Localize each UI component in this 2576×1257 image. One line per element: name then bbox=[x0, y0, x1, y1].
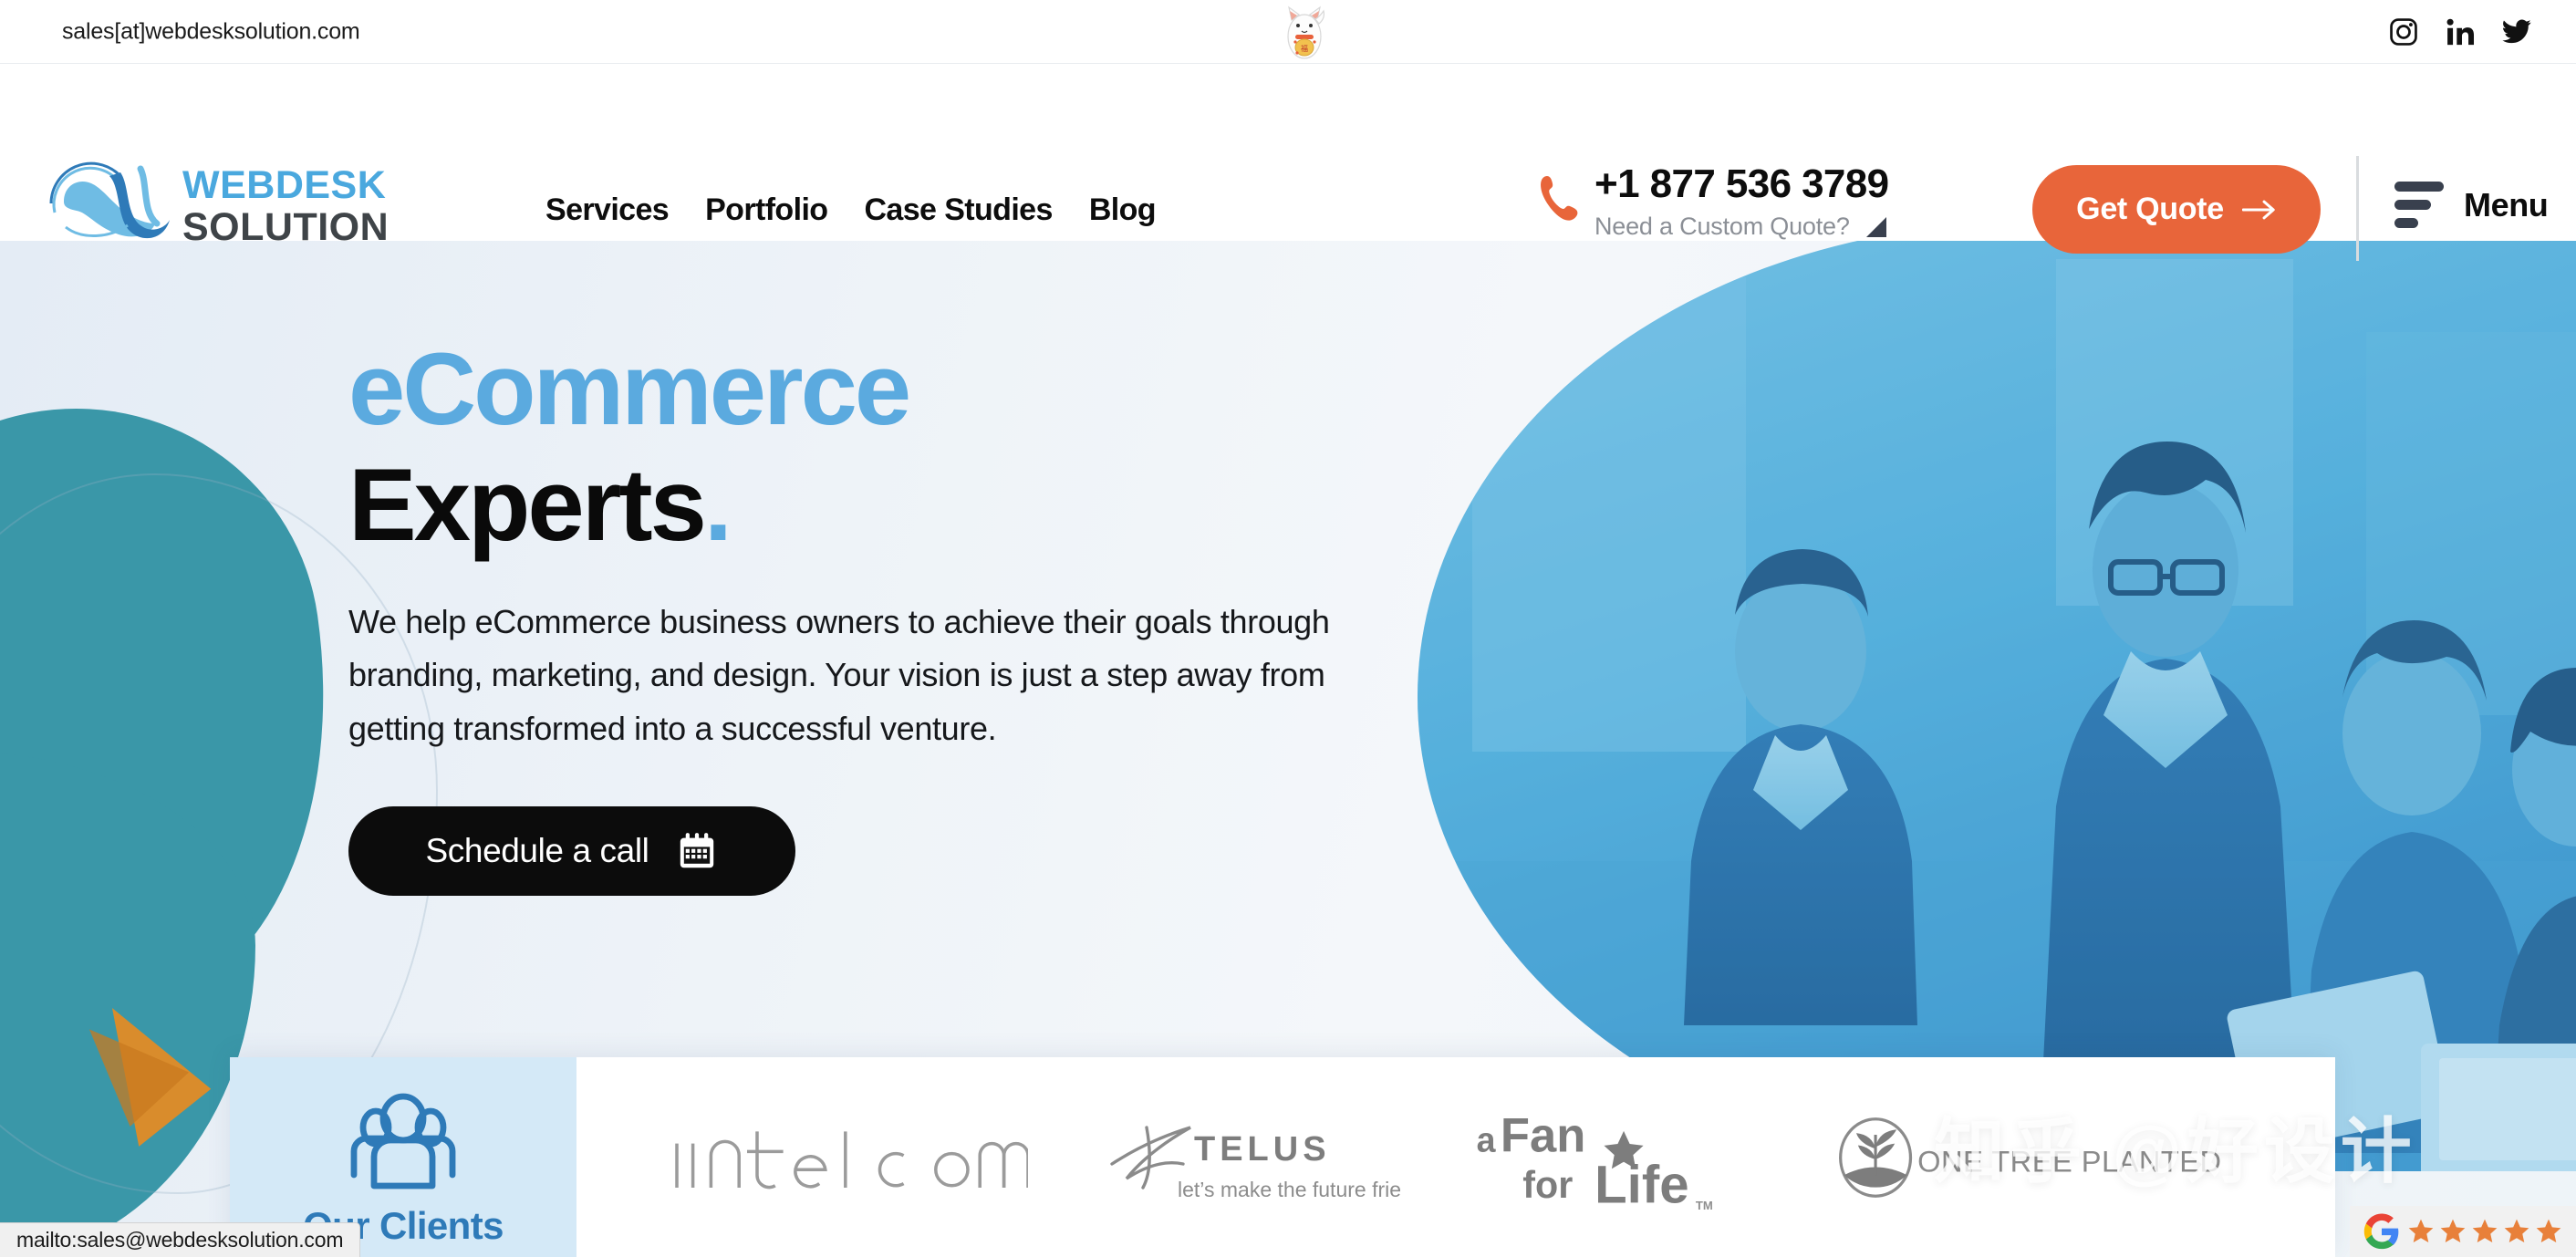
phone-texts: +1 877 536 3789 Need a Custom Quote? bbox=[1594, 162, 1889, 241]
svg-text:WEBDESK: WEBDESK bbox=[182, 163, 386, 207]
nav-item-case-studies[interactable]: Case Studies bbox=[864, 192, 1053, 228]
star-icon bbox=[2472, 1219, 2497, 1242]
hero-heading-word: Experts bbox=[348, 447, 707, 562]
hamburger-icon bbox=[2394, 182, 2444, 228]
google-review-badge[interactable] bbox=[2350, 1206, 2576, 1257]
custom-quote-label: Need a Custom Quote? bbox=[1594, 213, 1850, 241]
svg-text:SOLUTION: SOLUTION bbox=[182, 205, 389, 247]
a-fan-for-life-logo-icon: a Fan for Life TM bbox=[1476, 1108, 1713, 1213]
svg-text:Life: Life bbox=[1594, 1155, 1688, 1212]
browser-status-bar: mailto:sales@webdesksolution.com bbox=[0, 1222, 361, 1257]
telus-logo-icon: TELUS let’s make the future friendly bbox=[1110, 1125, 1400, 1201]
menu-button[interactable]: Menu bbox=[2394, 182, 2549, 228]
client-logo-one-tree-planted[interactable]: ONE TREE PLANTED bbox=[1833, 1114, 2245, 1201]
hero-heading-dot: . bbox=[703, 447, 732, 562]
star-icon bbox=[2504, 1219, 2529, 1242]
svg-text:福: 福 bbox=[1301, 45, 1308, 53]
svg-text:ONE TREE PLANTED: ONE TREE PLANTED bbox=[1917, 1144, 2221, 1178]
site-logo[interactable]: WEBDESK SOLUTION bbox=[33, 156, 471, 247]
one-tree-planted-logo-icon: ONE TREE PLANTED bbox=[1838, 1117, 2221, 1198]
star-icon bbox=[2536, 1219, 2560, 1242]
main-navigation: Services Portfolio Case Studies Blog bbox=[545, 192, 1157, 228]
site-header: WEBDESK SOLUTION Services Portfolio Case… bbox=[0, 65, 2576, 261]
phone-block: +1 877 536 3789 Need a Custom Quote? bbox=[1532, 162, 1889, 241]
hero-heading-line2: Experts. bbox=[348, 448, 1498, 564]
svg-text:for: for bbox=[1522, 1164, 1573, 1206]
intelcom-logo-icon bbox=[675, 1130, 1028, 1189]
get-quote-button[interactable]: Get Quote bbox=[2032, 165, 2321, 254]
lucky-cat-image: 福 bbox=[1277, 0, 1332, 62]
quote-arrow-icon bbox=[1865, 216, 1886, 237]
svg-text:TELUS: TELUS bbox=[1194, 1130, 1331, 1169]
page-root: sales[at]webdesksolution.com 福 WEBDESK S… bbox=[0, 0, 2576, 1257]
clients-logos: TELUS let’s make the future friendly a F… bbox=[576, 1057, 2335, 1257]
hero-heading: eCommerce Experts. bbox=[348, 332, 1498, 563]
lucky-cat-icon: 福 bbox=[1287, 5, 1325, 59]
header-divider bbox=[2356, 156, 2359, 261]
get-quote-label: Get Quote bbox=[2076, 192, 2224, 226]
phone-icon bbox=[1541, 175, 1578, 221]
svg-text:a: a bbox=[1476, 1120, 1496, 1158]
client-logo-intelcom[interactable] bbox=[667, 1117, 1028, 1198]
schedule-a-call-button[interactable]: Schedule a call bbox=[348, 806, 795, 897]
client-logo-a-fan-for-life[interactable]: a Fan for Life TM bbox=[1471, 1102, 1762, 1213]
webdesk-solution-logo-icon: WEBDESK SOLUTION bbox=[49, 161, 389, 247]
instagram-icon[interactable] bbox=[2388, 16, 2419, 47]
social-links bbox=[2388, 16, 2532, 47]
star-icon bbox=[2440, 1219, 2465, 1242]
arrow-right-icon bbox=[2241, 200, 2275, 219]
client-logo-telus[interactable]: TELUS let’s make the future friendly bbox=[1099, 1107, 1400, 1208]
people-group-icon bbox=[350, 1093, 456, 1189]
google-logo-icon bbox=[2363, 1213, 2398, 1250]
linkedin-icon[interactable] bbox=[2445, 16, 2476, 47]
star-icon bbox=[2408, 1219, 2433, 1242]
hero-paragraph: We help eCommerce business owners to ach… bbox=[348, 603, 1330, 747]
nav-item-blog[interactable]: Blog bbox=[1089, 192, 1157, 228]
twitter-icon[interactable] bbox=[2501, 16, 2532, 47]
team-photo-illustration bbox=[1418, 241, 2576, 1171]
email-link[interactable]: sales[at]webdesksolution.com bbox=[62, 18, 360, 45]
hero-content: eCommerce Experts. We help eCommerce bus… bbox=[348, 332, 1498, 897]
svg-text:TM: TM bbox=[1696, 1199, 1713, 1212]
star-rating bbox=[2406, 1217, 2563, 1246]
calendar-icon bbox=[680, 833, 714, 868]
svg-text:Fan: Fan bbox=[1501, 1108, 1585, 1162]
custom-quote-line[interactable]: Need a Custom Quote? bbox=[1594, 213, 1889, 241]
nav-item-services[interactable]: Services bbox=[545, 192, 670, 228]
nav-item-portfolio[interactable]: Portfolio bbox=[705, 192, 828, 228]
svg-text:let’s make the future friendly: let’s make the future friendly bbox=[1178, 1178, 1400, 1201]
menu-label: Menu bbox=[2464, 185, 2549, 223]
hero-team-photo bbox=[1418, 241, 2576, 1171]
hero-heading-line1: eCommerce bbox=[348, 332, 911, 446]
top-bar: sales[at]webdesksolution.com 福 bbox=[0, 0, 2576, 64]
schedule-a-call-label: Schedule a call bbox=[425, 832, 649, 870]
clients-strip: Our Clients TELUS let’s make the future … bbox=[230, 1057, 2335, 1257]
phone-number[interactable]: +1 877 536 3789 bbox=[1594, 162, 1889, 205]
